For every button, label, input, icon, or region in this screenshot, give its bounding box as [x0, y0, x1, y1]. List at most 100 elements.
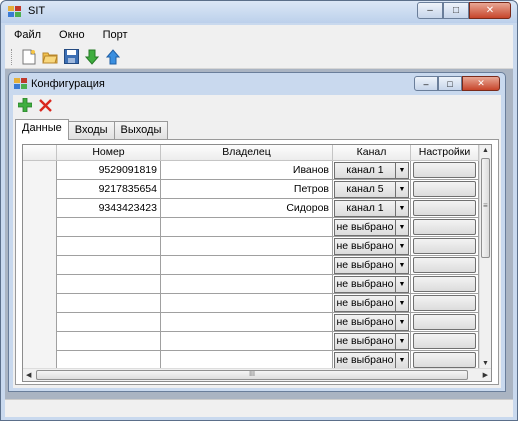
owner-cell[interactable]	[161, 237, 333, 256]
channel-dropdown[interactable]: не выбрано ▼	[334, 238, 409, 255]
chevron-down-icon[interactable]: ▼	[395, 334, 408, 349]
channel-dropdown[interactable]: канал 1 ▼	[334, 162, 409, 179]
table-row[interactable]: 9529091819 Иванов канал 1 ▼	[23, 161, 479, 180]
settings-button[interactable]	[413, 181, 476, 197]
new-file-icon[interactable]	[21, 49, 37, 65]
config-title-bar[interactable]: Конфигурация – □ ✕	[9, 73, 505, 95]
menu-port[interactable]: Порт	[94, 29, 137, 41]
channel-dropdown[interactable]: канал 5 ▼	[334, 181, 409, 198]
vertical-scrollbar[interactable]: ▲ ≡ ▼	[479, 145, 491, 369]
scroll-left-icon[interactable]: ◀	[26, 371, 31, 379]
config-maximize-button[interactable]: □	[438, 76, 462, 91]
minimize-button[interactable]: –	[417, 2, 443, 19]
settings-button[interactable]	[413, 162, 476, 178]
tab-outputs[interactable]: Выходы	[113, 121, 169, 139]
chevron-down-icon[interactable]: ▼	[395, 239, 408, 254]
row-header[interactable]	[23, 332, 57, 351]
table-row[interactable]: не выбрано ▼	[23, 275, 479, 294]
settings-button[interactable]	[413, 238, 476, 254]
scroll-down-icon[interactable]: ▼	[482, 360, 489, 367]
channel-dropdown[interactable]: не выбрано ▼	[334, 276, 409, 293]
row-header[interactable]	[23, 161, 57, 180]
open-folder-icon[interactable]	[42, 49, 58, 65]
owner-cell[interactable]: Сидоров	[161, 199, 333, 218]
settings-button[interactable]	[413, 200, 476, 216]
chevron-down-icon[interactable]: ▼	[395, 315, 408, 330]
chevron-down-icon[interactable]: ▼	[395, 163, 408, 178]
number-cell[interactable]	[57, 294, 161, 313]
channel-dropdown[interactable]: не выбрано ▼	[334, 295, 409, 312]
vertical-scroll-thumb[interactable]: ≡	[481, 158, 490, 258]
column-header-owner[interactable]: Владелец	[161, 145, 333, 161]
number-cell[interactable]	[57, 256, 161, 275]
row-header[interactable]	[23, 218, 57, 237]
table-row[interactable]: не выбрано ▼	[23, 256, 479, 275]
column-header-channel[interactable]: Канал	[333, 145, 411, 161]
tab-inputs[interactable]: Входы	[67, 121, 115, 139]
owner-cell[interactable]	[161, 275, 333, 294]
settings-button[interactable]	[413, 352, 476, 368]
number-cell[interactable]	[57, 313, 161, 332]
number-cell[interactable]: 9217835654	[57, 180, 161, 199]
chevron-down-icon[interactable]: ▼	[395, 277, 408, 292]
row-header[interactable]	[23, 256, 57, 275]
table-row[interactable]: не выбрано ▼	[23, 294, 479, 313]
channel-dropdown[interactable]: не выбрано ▼	[334, 257, 409, 274]
settings-button[interactable]	[413, 333, 476, 349]
save-icon[interactable]	[63, 49, 79, 65]
settings-button[interactable]	[413, 276, 476, 292]
delete-icon[interactable]	[37, 97, 53, 113]
add-icon[interactable]	[17, 97, 33, 113]
table-row[interactable]: не выбрано ▼	[23, 332, 479, 351]
maximize-button[interactable]: □	[443, 2, 469, 19]
owner-cell[interactable]	[161, 218, 333, 237]
row-header[interactable]	[23, 199, 57, 218]
toolbar-grip[interactable]	[11, 48, 14, 65]
number-cell[interactable]: 9529091819	[57, 161, 161, 180]
owner-cell[interactable]	[161, 256, 333, 275]
channel-dropdown[interactable]: не выбрано ▼	[334, 333, 409, 350]
row-header[interactable]	[23, 275, 57, 294]
tab-data[interactable]: Данные	[15, 119, 69, 140]
scroll-right-icon[interactable]: ▶	[483, 371, 488, 379]
menu-window[interactable]: Окно	[50, 29, 94, 41]
owner-cell[interactable]: Петров	[161, 180, 333, 199]
scroll-up-icon[interactable]: ▲	[482, 147, 489, 154]
settings-button[interactable]	[413, 314, 476, 330]
channel-dropdown[interactable]: не выбрано ▼	[334, 352, 409, 369]
horizontal-scrollbar[interactable]: ◀ III ▶	[23, 368, 491, 381]
chevron-down-icon[interactable]: ▼	[395, 296, 408, 311]
settings-button[interactable]	[413, 295, 476, 311]
title-bar[interactable]: SIT – □ ✕	[1, 1, 517, 23]
owner-cell[interactable]: Иванов	[161, 161, 333, 180]
upload-arrow-icon[interactable]	[105, 48, 121, 65]
chevron-down-icon[interactable]: ▼	[395, 353, 408, 368]
owner-cell[interactable]	[161, 294, 333, 313]
table-row[interactable]: 9343423423 Сидоров канал 1 ▼	[23, 199, 479, 218]
close-button[interactable]: ✕	[469, 2, 511, 19]
owner-cell[interactable]	[161, 332, 333, 351]
number-cell[interactable]	[57, 275, 161, 294]
config-close-button[interactable]: ✕	[462, 76, 500, 91]
download-arrow-icon[interactable]	[84, 49, 100, 65]
menu-file[interactable]: Файл	[5, 29, 50, 41]
chevron-down-icon[interactable]: ▼	[395, 201, 408, 216]
column-header-number[interactable]: Номер	[57, 145, 161, 161]
settings-button[interactable]	[413, 257, 476, 273]
row-header-corner[interactable]	[23, 145, 57, 161]
table-row[interactable]: не выбрано ▼	[23, 218, 479, 237]
row-header[interactable]	[23, 237, 57, 256]
owner-cell[interactable]	[161, 313, 333, 332]
table-row[interactable]: не выбрано ▼	[23, 237, 479, 256]
chevron-down-icon[interactable]: ▼	[395, 182, 408, 197]
row-header[interactable]	[23, 180, 57, 199]
chevron-down-icon[interactable]: ▼	[395, 258, 408, 273]
channel-dropdown[interactable]: канал 1 ▼	[334, 200, 409, 217]
number-cell[interactable]	[57, 332, 161, 351]
row-header[interactable]	[23, 313, 57, 332]
number-cell[interactable]: 9343423423	[57, 199, 161, 218]
row-header[interactable]	[23, 294, 57, 313]
chevron-down-icon[interactable]: ▼	[395, 220, 408, 235]
number-cell[interactable]	[57, 237, 161, 256]
table-row[interactable]: не выбрано ▼	[23, 313, 479, 332]
